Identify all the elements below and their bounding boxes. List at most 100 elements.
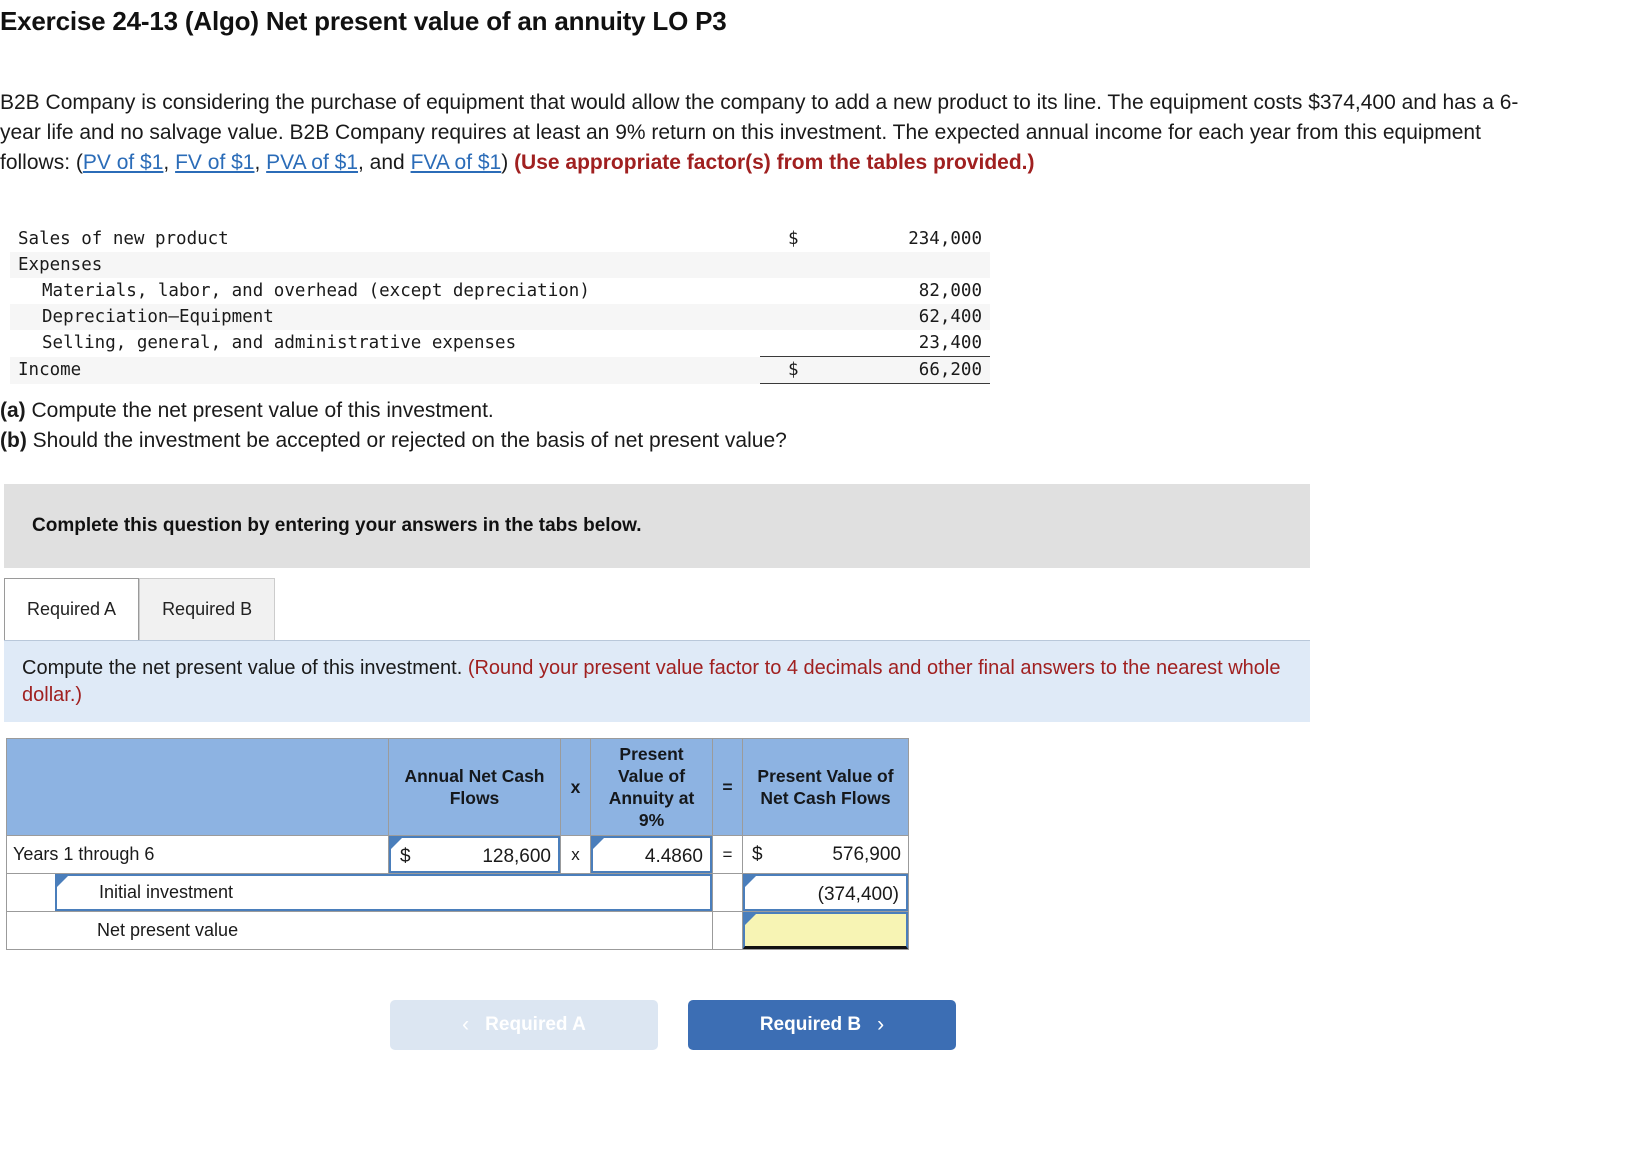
income-statement-body: Sales of new product $234,000 Expenses M… [10,226,990,384]
next-button-label: Required B [759,1014,862,1035]
row-amount [760,252,990,278]
tab-required-b-label: Required B [162,599,253,619]
row-label-net-present-value: Net present value [6,911,713,950]
input-initial-investment-label[interactable]: Initial investment [55,874,712,911]
present-value-net-cash-flows-value: 576,900 [832,843,901,865]
link-pv-of-1[interactable]: PV of $1 [83,151,164,174]
table-row: Materials, labor, and overhead (except d… [10,278,990,304]
row-label: Depreciation—Equipment [42,307,274,327]
cell-annual-net-cash-flows[interactable]: $ 128,600 [388,835,561,874]
row-label: Income [18,360,82,380]
link-pva-of-1[interactable]: PVA of $1 [266,151,358,174]
table-header-row: Annual Net Cash Flows x Present Value of… [6,738,909,836]
amount-value: 234,000 [908,229,982,249]
header-times-operator: x [560,738,591,836]
net-present-value-label: Net present value [97,920,239,940]
currency-symbol: $ [788,229,799,249]
requirement-b-tag: (b) [0,429,27,452]
cell-corner-marker-icon [57,876,68,887]
table-row: Income $66,200 [10,356,990,384]
requirement-a: (a) Compute the net present value of thi… [0,396,787,426]
row-label: Expenses [18,255,103,275]
requirement-a-tag: (a) [0,399,26,422]
chevron-left-icon: ‹ [462,1013,470,1036]
tab-required-b[interactable]: Required B [139,578,276,640]
input-annual-net-cash-flows[interactable]: $ 128,600 [389,836,560,873]
initial-investment-label: Initial investment [99,882,234,902]
row-amount: $66,200 [760,356,990,384]
table-row: Years 1 through 6 $ 128,600 x 4.4860 = $… [6,835,909,874]
annual-net-cash-flows-value: 128,600 [482,845,551,867]
prev-button-label: Required A [485,1014,586,1035]
npv-answer-table: Annual Net Cash Flows x Present Value of… [6,738,909,950]
operator-equals: = [712,835,743,874]
row-label: Selling, general, and administrative exp… [42,333,517,354]
requirement-b: (b) Should the investment be accepted or… [0,426,787,456]
amount-value: 62,400 [918,307,982,327]
cell-present-value-net-cash-flows: $ 576,900 [742,835,909,874]
row-label-years-1-through-6: Years 1 through 6 [6,835,389,874]
page-title: Exercise 24-13 (Algo) Net present value … [0,6,727,36]
input-pv-annuity-factor[interactable]: 4.4860 [591,836,712,873]
row-label: Materials, labor, and overhead (except d… [42,281,590,301]
header-blank [6,738,389,836]
initial-investment-value: (374,400) [817,883,899,905]
amount-value: 66,200 [918,360,982,380]
next-required-b-button[interactable]: Required B › [688,1000,956,1050]
requirement-a-text: Compute the net present value of this in… [25,399,494,422]
cell-corner-marker-icon [593,838,604,849]
table-row: Net present value [6,911,909,950]
currency-symbol: $ [400,845,411,867]
tab-required-a[interactable]: Required A [4,578,140,640]
currency-symbol: $ [752,843,763,865]
operator-spacer [712,911,743,950]
npv-table-body: Years 1 through 6 $ 128,600 x 4.4860 = $… [6,835,909,950]
input-initial-investment-amount[interactable]: (374,400) [743,874,908,911]
cell-corner-marker-icon [745,876,756,887]
exercise-page: Exercise 24-13 (Algo) Net present value … [0,0,1638,1162]
table-row: Sales of new product $234,000 [10,226,990,252]
separator-1: , [163,151,176,174]
link-fv-of-1[interactable]: FV of $1 [175,151,254,174]
banner-text: Complete this question by entering your … [32,515,642,536]
currency-symbol: $ [788,360,799,380]
table-row: Initial investment (374,400) [6,873,909,912]
header-annual-net-cash-flows: Annual Net Cash Flows [388,738,561,836]
pv-annuity-factor-value: 4.4860 [644,845,703,867]
cell-pv-annuity-factor[interactable]: 4.4860 [590,835,713,874]
operator-spacer [712,873,743,912]
row-amount: 23,400 [760,330,990,357]
cell-initial-investment-amount[interactable]: (374,400) [742,873,909,912]
header-equals-operator: = [712,738,743,836]
row-label: Sales of new product [18,229,229,249]
net-present-value-label-cell: Net present value [55,912,712,949]
header-pv-annuity-factor: Present Value of Annuity at 9% [590,738,713,836]
amount-value: 82,000 [918,281,982,301]
navigation-buttons: ‹ Required A Required B › [390,1000,956,1050]
use-factors-note: (Use appropriate factor(s) from the tabl… [514,151,1035,174]
requirements-list: (a) Compute the net present value of thi… [0,396,787,456]
link-fva-of-1[interactable]: FVA of $1 [411,151,502,174]
instruction-box: Compute the net present value of this in… [4,640,1310,722]
operator-times: x [560,835,591,874]
row-amount: $234,000 [760,226,990,252]
after-links-text: ) [501,151,515,174]
problem-statement: B2B Company is considering the purchase … [0,88,1530,178]
row-label-initial-investment[interactable]: Initial investment [6,873,713,912]
separator-3: , and [358,151,411,174]
present-value-net-cash-flows: $ 576,900 [743,836,908,873]
amount-value: 23,400 [918,333,982,353]
requirement-b-text: Should the investment be accepted or rej… [26,429,787,452]
prev-required-a-button[interactable]: ‹ Required A [390,1000,658,1050]
npv-table-head: Annual Net Cash Flows x Present Value of… [6,738,909,836]
input-net-present-value[interactable] [743,912,908,949]
tab-required-a-label: Required A [27,599,117,619]
table-row: Depreciation—Equipment 62,400 [10,304,990,330]
separator-2: , [254,151,267,174]
table-row: Expenses [10,252,990,278]
income-statement-table: Sales of new product $234,000 Expenses M… [10,226,990,384]
chevron-right-icon: › [877,1013,885,1036]
row-amount: 62,400 [760,304,990,330]
cell-net-present-value-amount[interactable] [742,911,909,950]
cell-corner-marker-icon [745,914,756,925]
